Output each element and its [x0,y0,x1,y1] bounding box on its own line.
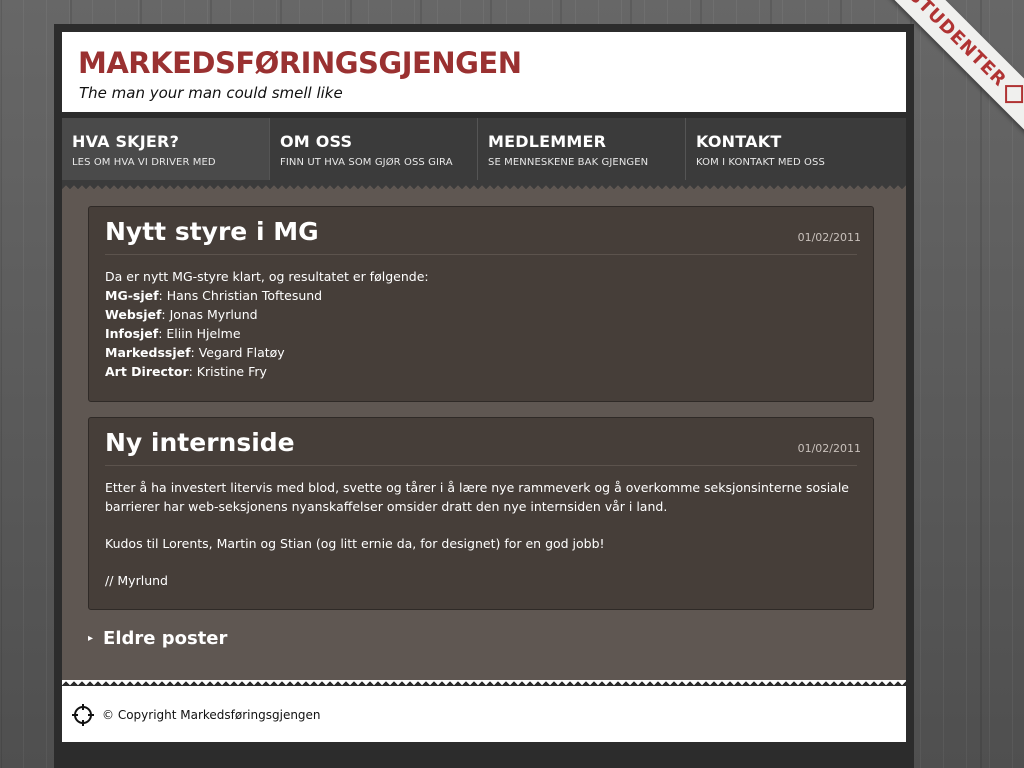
post-body: Etter å ha investert litervis med blod, … [105,478,857,590]
nav-item-subtitle: KOM I KONTAKT MED OSS [696,157,825,168]
nav-item-om-oss[interactable]: OM OSS FINN UT HVA SOM GJØR OSS GIRA [270,118,478,180]
caret-right-icon: ▸ [88,633,94,644]
copyright-text: © Copyright Markedsføringsgjengen [102,708,321,722]
zigzag-divider [62,680,906,686]
post-card: Ny internside 01/02/2011 Etter å ha inve… [88,417,874,610]
post-divider [105,465,857,466]
member-name: : Jonas Myrlund [161,307,258,322]
post-title[interactable]: Nytt styre i MG [105,217,857,246]
post-divider [105,254,857,255]
post-card: Nytt styre i MG 01/02/2011 Da er nytt MG… [88,206,874,402]
board-member: MG-sjef: Hans Christian Toftesund [105,286,857,305]
nav-item-subtitle: FINN UT HVA SOM GJØR OSS GIRA [280,157,453,168]
nav-item-kontakt[interactable]: KONTAKT KOM I KONTAKT MED OSS [686,118,894,180]
member-name: : Vegard Flatøy [190,345,285,360]
nav-item-label: MEDLEMMER [488,132,607,151]
page-wrapper: MARKEDSFØRINGSGJENGEN The man your man c… [54,24,914,768]
board-member: Markedssjef: Vegard Flatøy [105,343,857,362]
tagline: The man your man could smell like [79,84,343,102]
post-paragraph: Kudos til Lorents, Martin og Stian (og l… [105,536,605,551]
post-date: 01/02/2011 [797,231,861,244]
older-posts-link[interactable]: ▸ Eldre poster [88,628,227,649]
member-name: : Hans Christian Toftesund [158,288,323,303]
role-label: Markedssjef [105,345,191,360]
role-label: MG-sjef [105,288,159,303]
board-member: Infosjef: Eliin Hjelme [105,324,857,343]
post-signature: // Myrlund [105,573,168,588]
older-posts-label: Eldre poster [103,628,228,649]
member-name: : Kristine Fry [188,364,267,379]
nav-item-label: OM OSS [280,132,353,151]
site-header: MARKEDSFØRINGSGJENGEN The man your man c… [62,32,906,112]
nav-item-subtitle: SE MENNESKENE BAK GJENGEN [488,157,649,168]
post-paragraph: Etter å ha investert litervis med blod, … [105,480,850,514]
diamond-icon [1004,84,1023,103]
nav-item-label: HVA SKJER? [72,132,180,151]
post-date: 01/02/2011 [797,442,861,455]
zigzag-divider [62,184,906,190]
main-content: Nytt styre i MG 01/02/2011 Da er nytt MG… [62,184,906,680]
site-footer: © Copyright Markedsføringsgjengen [62,680,906,742]
nav-item-hva-skjer[interactable]: HVA SKJER? LES OM HVA VI DRIVER MED [62,118,270,180]
ribbon-label: STUDENTER [904,0,1011,91]
nav-item-subtitle: LES OM HVA VI DRIVER MED [72,157,216,168]
main-nav: HVA SKJER? LES OM HVA VI DRIVER MED OM O… [62,118,906,184]
role-label: Websjef [105,307,162,322]
board-member: Websjef: Jonas Myrlund [105,305,857,324]
role-label: Art Director [105,364,189,379]
site-title[interactable]: MARKEDSFØRINGSGJENGEN [78,46,522,80]
board-member: Art Director: Kristine Fry [105,362,857,381]
post-title[interactable]: Ny internside [105,428,857,457]
role-label: Infosjef [105,326,159,341]
post-intro: Da er nytt MG-styre klart, og resultatet… [105,269,429,284]
member-name: : Eliin Hjelme [158,326,241,341]
post-body: Da er nytt MG-styre klart, og resultatet… [105,267,857,381]
nav-item-medlemmer[interactable]: MEDLEMMER SE MENNESKENE BAK GJENGEN [478,118,686,180]
crosshair-icon [72,704,94,730]
nav-item-label: KONTAKT [696,132,782,151]
